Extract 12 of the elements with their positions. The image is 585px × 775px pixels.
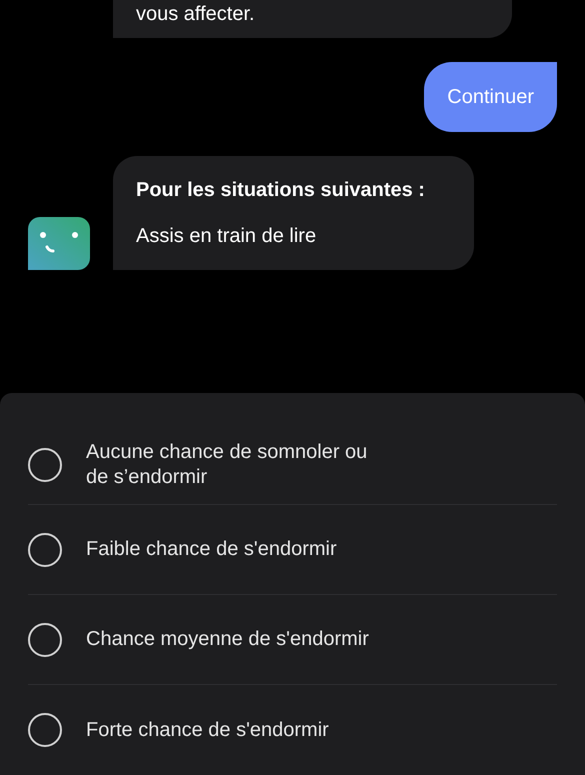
message-text: Pour les situations suivantes : (136, 178, 426, 202)
option-label[interactable]: Aucune chance de somnoler ou de s’endormir (86, 440, 386, 490)
option-label[interactable]: Faible chance de s'endormir (86, 537, 337, 562)
message-text: Assis en train de lire (136, 224, 318, 248)
option-label[interactable]: Chance moyenne de s'endormir (86, 627, 369, 652)
radio-button[interactable] (28, 448, 62, 482)
option-label[interactable]: Forte chance de s'endormir (86, 718, 329, 742)
radio-button[interactable] (28, 622, 62, 656)
radio-button[interactable] (28, 713, 62, 747)
message-text: Continuer (447, 85, 534, 110)
message-text: vous affecter. (136, 2, 256, 26)
radio-button[interactable] (28, 532, 62, 566)
